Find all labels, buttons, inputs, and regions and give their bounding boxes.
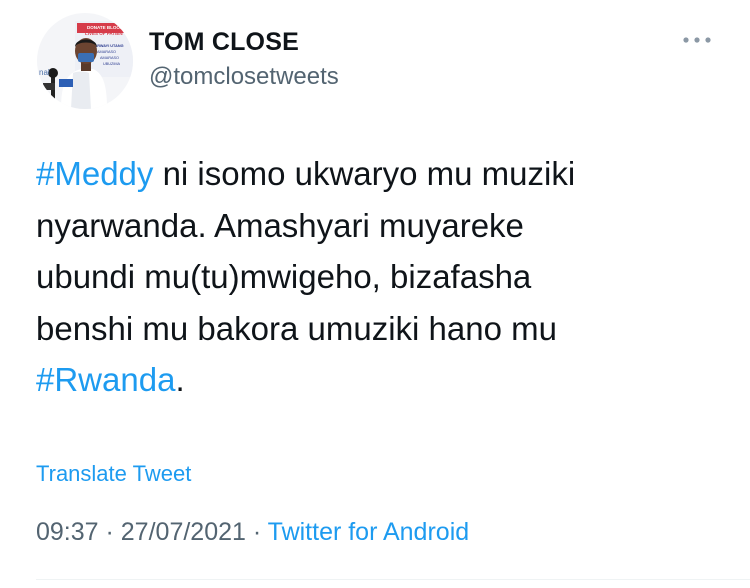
display-name[interactable]: TOM CLOSE [149,27,299,57]
hashtag-rwanda-link[interactable]: #Rwanda [36,361,175,398]
tweet-source-link[interactable]: Twitter for Android [268,518,469,546]
profile-photo-icon: DONATE BLOOD LIVES OF PATIEN ABARWAYI UT… [37,13,133,109]
tweet-metadata: 09:37 · 27/07/2021 · Twitter for Android [36,517,469,547]
tweet-line-5-text: . [175,361,185,398]
translate-tweet-link[interactable]: Translate Tweet [36,460,191,488]
avatar-banner-line-6: UBUZIMA [103,62,121,66]
tweet-text: #Meddy ni isomo ukwaryo mu muziki nyarwa… [36,148,726,406]
meta-separator: · [245,518,268,546]
avatar-banner-line-1: DONATE BLOOD [87,25,124,30]
avatar-banner-line-5: AMARASO [100,56,119,60]
hashtag-meddy-link[interactable]: #Meddy [36,155,153,192]
meta-separator: · [98,518,121,546]
tweet-date[interactable]: 27/07/2021 [121,518,246,546]
avatar-side-text: nal [39,68,50,77]
tweet-line-5: #Rwanda. [36,354,726,406]
tweet-card: DONATE BLOOD LIVES OF PATIEN ABARWAYI UT… [0,0,750,588]
tweet-line-1-text: ni isomo ukwaryo mu muziki [153,155,576,192]
avatar[interactable]: DONATE BLOOD LIVES OF PATIEN ABARWAYI UT… [37,13,133,109]
divider [36,579,750,580]
tweet-line-2: nyarwanda. Amashyari muyareke [36,206,524,244]
avatar-banner-line-2: LIVES OF PATIEN [85,31,123,36]
more-options-button[interactable] [680,32,716,48]
tweet-line-1: #Meddy ni isomo ukwaryo mu muziki [36,148,726,200]
user-handle[interactable]: @tomclosetweets [149,62,339,92]
ellipsis-icon [683,37,711,43]
tweet-time[interactable]: 09:37 [36,518,99,546]
tweet-line-3: ubundi mu(tu)mwigeho, bizafasha [36,258,532,295]
avatar-banner-line-4: AMARASO [97,50,116,54]
tweet-line-4: benshi mu bakora umuziki hano mu [36,309,557,347]
